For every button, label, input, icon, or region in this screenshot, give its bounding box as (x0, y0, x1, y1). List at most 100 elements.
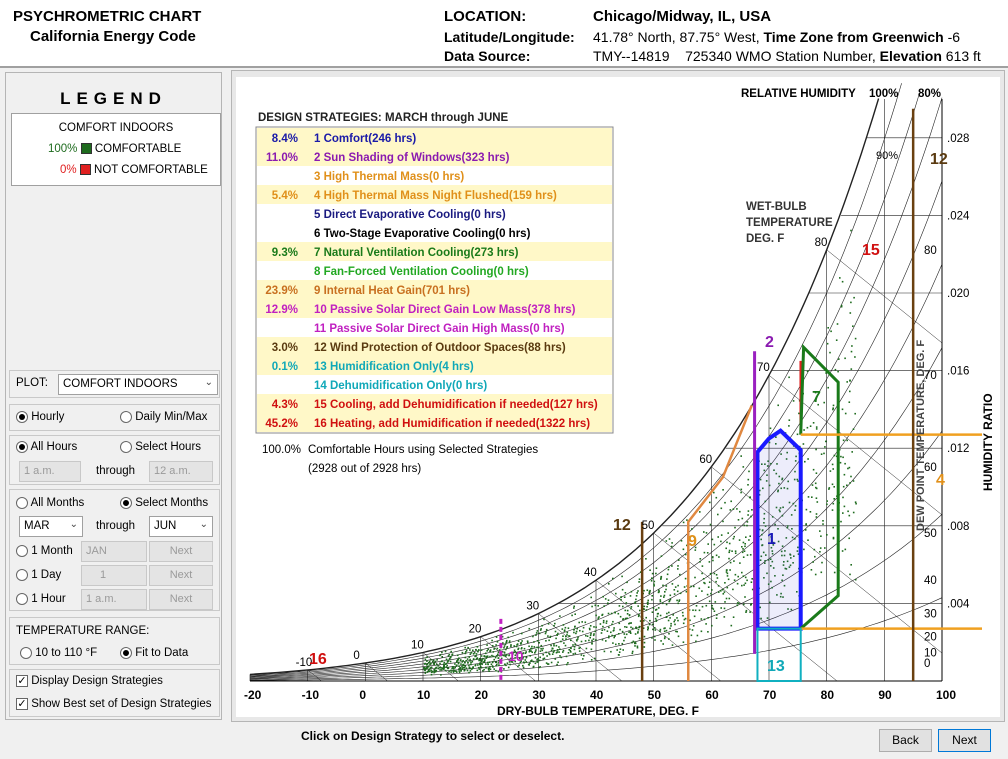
data-point (540, 647, 542, 650)
zone-label-12-right[interactable]: 12 (930, 151, 948, 168)
month-to-select[interactable]: JUN ⌄ (149, 516, 213, 537)
total-pct: 100.0% (262, 444, 301, 456)
zone-label-15[interactable]: 15 (862, 242, 880, 259)
strategy-label[interactable]: 4 High Thermal Mass Night Flushed(159 hr… (314, 190, 557, 202)
data-point (562, 651, 564, 653)
hourly-radio[interactable]: Hourly (16, 411, 64, 423)
data-point (848, 537, 850, 540)
data-point (663, 596, 665, 598)
data-point (660, 575, 663, 578)
data-point (657, 607, 660, 609)
data-point (572, 644, 574, 646)
strategy-label[interactable]: 14 Dehumidification Only(0 hrs) (314, 380, 487, 392)
data-point (676, 590, 679, 593)
data-point (466, 658, 469, 660)
select-months-radio[interactable]: Select Months (120, 497, 208, 509)
data-point (813, 548, 816, 551)
data-point (816, 501, 819, 503)
strategy-label[interactable]: 8 Fan-Forced Ventilation Cooling(0 hrs) (314, 266, 529, 278)
data-point (492, 651, 495, 653)
data-point (708, 600, 711, 603)
strategy-label[interactable]: 7 Natural Ventilation Cooling(273 hrs) (314, 247, 519, 259)
back-button[interactable]: Back (879, 729, 932, 752)
one-day-radio[interactable]: 1 Day (16, 569, 61, 581)
strategy-label[interactable]: 11 Passive Solar Direct Gain High Mass(0… (314, 323, 565, 335)
data-point (717, 585, 720, 587)
data-point (655, 620, 658, 622)
strategy-label[interactable]: 3 High Thermal Mass(0 hrs) (314, 171, 464, 183)
show-best-checkbox[interactable]: ✓ Show Best set of Design Strategies (16, 698, 211, 710)
x-tick-label: 50 (648, 688, 662, 702)
zone-label-7[interactable]: 7 (812, 389, 821, 406)
month-from-select[interactable]: MAR ⌄ (19, 516, 83, 537)
one-month-radio[interactable]: 1 Month (16, 545, 73, 557)
zone-label-9[interactable]: 9 (688, 533, 697, 550)
one-hour-radio[interactable]: 1 Hour (16, 593, 66, 605)
data-point (707, 617, 709, 619)
data-point (811, 496, 813, 498)
strategy-label[interactable]: 16 Heating, add Humidification if needed… (314, 418, 590, 430)
data-point (477, 650, 479, 653)
hour-to-select[interactable]: 12 a.m. (149, 461, 213, 482)
zone-label-4[interactable]: 4 (936, 472, 945, 489)
strategy-label[interactable]: 1 Comfort(246 hrs) (314, 133, 416, 145)
zone-label-1[interactable]: 1 (767, 531, 776, 548)
data-point (563, 642, 565, 644)
data-point (651, 572, 654, 575)
range-10-110-radio[interactable]: 10 to 110 °F (20, 647, 97, 659)
strategy-label[interactable]: 5 Direct Evaporative Cooling(0 hrs) (314, 209, 506, 221)
data-point (728, 542, 731, 545)
one-day-select[interactable]: 1 (81, 565, 147, 586)
data-point (493, 658, 495, 661)
data-point (426, 664, 428, 666)
one-hour-select[interactable]: 1 a.m. (81, 589, 147, 610)
daily-radio[interactable]: Daily Min/Max (120, 411, 207, 423)
data-point (628, 614, 631, 616)
zone-label-16[interactable]: 16 (309, 651, 327, 668)
next-month-button[interactable]: Next (149, 541, 213, 562)
data-point (807, 539, 809, 541)
psychrometric-chart[interactable]: DRY-BULB TEMPERATURE, DEG. F HUMIDITY RA… (232, 71, 1004, 721)
zone-label-13[interactable]: 13 (767, 658, 785, 675)
data-point (654, 629, 657, 631)
data-point (478, 666, 480, 669)
zone-label-10[interactable]: 10 (508, 648, 524, 664)
data-point (615, 643, 617, 646)
next-hour-button[interactable]: Next (149, 589, 213, 610)
data-point (542, 658, 544, 660)
data-point (612, 630, 615, 632)
next-day-button[interactable]: Next (149, 565, 213, 586)
data-point (489, 655, 491, 658)
zone-label-12-left[interactable]: 12 (613, 517, 631, 534)
strategy-label[interactable]: 2 Sun Shading of Windows(323 hrs) (314, 152, 510, 164)
zone-label-2[interactable]: 2 (765, 334, 774, 351)
display-strategies-checkbox[interactable]: ✓ Display Design Strategies (16, 675, 163, 687)
data-point (852, 325, 854, 327)
next-button[interactable]: Next (938, 729, 991, 752)
fit-to-data-radio[interactable]: Fit to Data (120, 647, 188, 659)
all-months-radio[interactable]: All Months (16, 497, 84, 509)
one-month-select[interactable]: JAN (81, 541, 147, 562)
data-point (483, 668, 485, 671)
all-hours-radio[interactable]: All Hours (16, 441, 77, 453)
strategy-label[interactable]: 6 Two-Stage Evaporative Cooling(0 hrs) (314, 228, 531, 240)
strategy-label[interactable]: 15 Cooling, add Dehumidification if need… (314, 399, 598, 411)
data-point (744, 576, 747, 579)
strategy-label[interactable]: 12 Wind Protection of Outdoor Spaces(88 … (314, 342, 566, 354)
data-point (460, 663, 462, 665)
data-point (446, 661, 449, 663)
data-point (654, 639, 656, 641)
select-hours-radio[interactable]: Select Hours (120, 441, 201, 453)
strategy-label[interactable]: 9 Internal Heat Gain(701 hrs) (314, 285, 470, 297)
data-point (720, 607, 722, 609)
data-point (724, 582, 726, 584)
data-point (610, 612, 613, 615)
data-point (724, 601, 726, 603)
data-point (601, 629, 603, 631)
plot-select[interactable]: COMFORT INDOORS ⌄ (58, 374, 218, 395)
strategy-label[interactable]: 13 Humidification Only(4 hrs) (314, 361, 474, 373)
data-point (529, 655, 531, 657)
hour-from-select[interactable]: 1 a.m. (19, 461, 81, 482)
data-point (497, 657, 500, 659)
strategy-label[interactable]: 10 Passive Solar Direct Gain Low Mass(37… (314, 304, 576, 316)
